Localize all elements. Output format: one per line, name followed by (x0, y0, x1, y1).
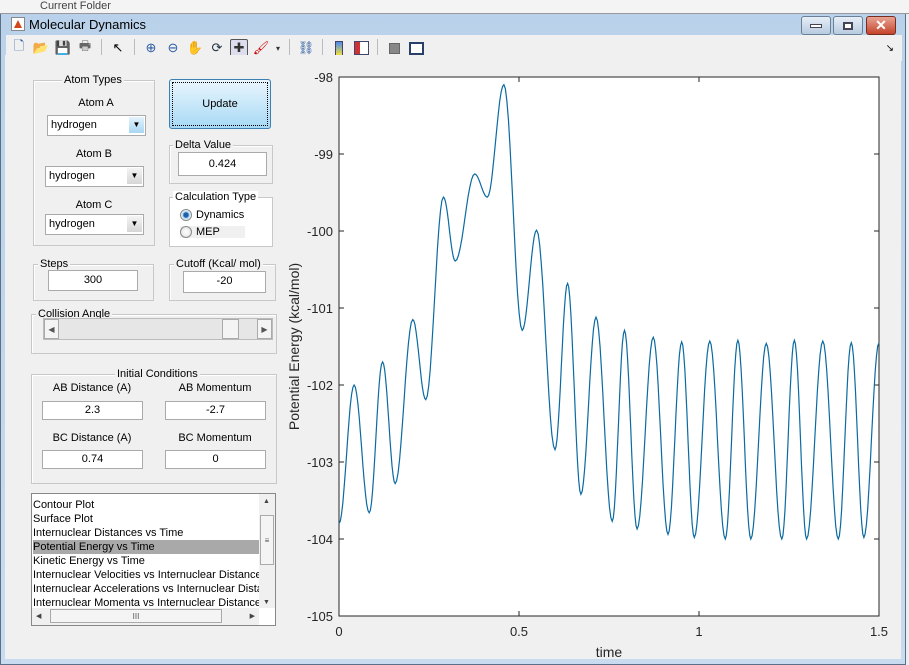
plot-axes (338, 76, 880, 617)
y-tick-label: -100 (307, 224, 333, 239)
x-tick-label: 1.5 (870, 624, 888, 639)
y-tick-label: -102 (307, 378, 333, 393)
potential-energy-chart: 0 0.5 1 1.5 -98 -99 -100 -101 -102 -103 -104 -105 t… (286, 70, 888, 660)
x-tick-label: 0 (335, 624, 342, 639)
x-tick-label: 1 (695, 624, 702, 639)
x-tick-label: 0.5 (510, 624, 528, 639)
y-tick-label: -104 (307, 532, 333, 547)
y-tick-label: -103 (307, 455, 333, 470)
x-axis-label: time (596, 644, 623, 660)
y-axis-label: Potential Energy (kcal/mol) (286, 263, 302, 430)
background-window-title: Current Folder (0, 0, 909, 14)
y-tick-label: -99 (314, 147, 333, 162)
y-tick-label: -105 (307, 609, 333, 624)
y-tick-label: -98 (314, 70, 333, 85)
background-window-title-text: Current Folder (40, 0, 111, 12)
y-tick-label: -101 (307, 301, 333, 316)
